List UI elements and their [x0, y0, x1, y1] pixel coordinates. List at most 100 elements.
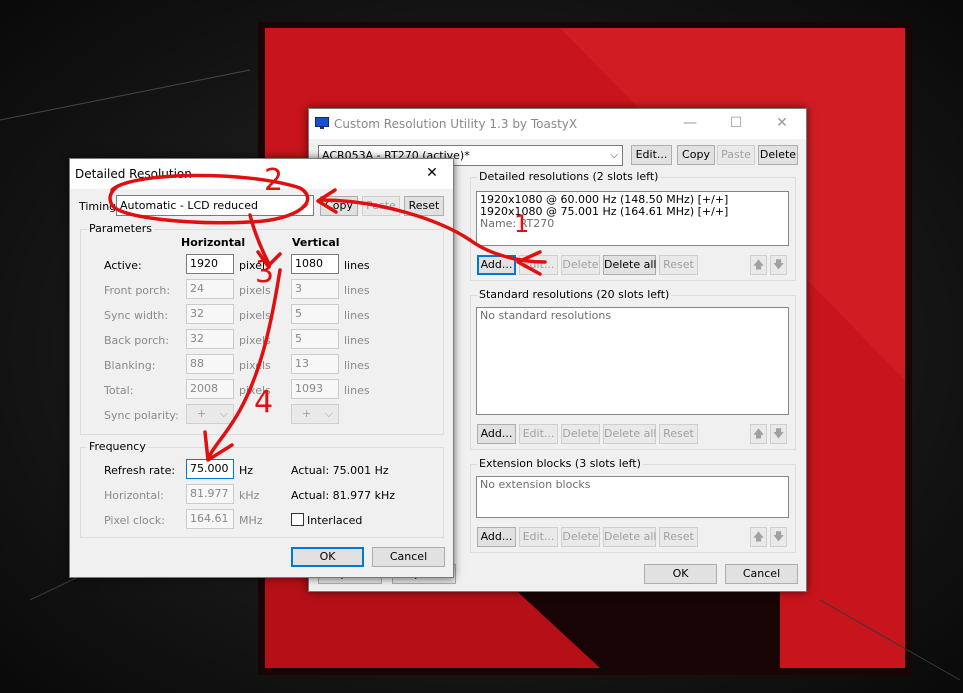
v-sync-width-input[interactable]: 5	[291, 304, 339, 324]
close-button[interactable]: ✕	[759, 109, 805, 139]
timing-copy-button[interactable]: Copy	[320, 196, 358, 216]
list-item[interactable]: Name: RT270	[480, 218, 785, 230]
chevron-down-icon: ⌵	[219, 407, 228, 420]
h-back-porch-input[interactable]: 32	[186, 329, 234, 349]
monitor-paste-button[interactable]: Paste	[717, 145, 755, 165]
v-blanking-input[interactable]: 13	[291, 354, 339, 374]
unit-label: lines	[344, 359, 370, 372]
unit-label: lines	[344, 334, 370, 347]
v-sync-polarity-value: +	[302, 407, 312, 420]
extension-reset-button[interactable]: Reset	[659, 527, 698, 547]
minimize-button[interactable]: —	[667, 109, 713, 139]
extension-delete-button[interactable]: Delete	[561, 527, 600, 547]
monitor-copy-button[interactable]: Copy	[677, 145, 715, 165]
dialog-close-button[interactable]: ✕	[414, 159, 450, 189]
sync-polarity-label: Sync polarity:	[104, 409, 179, 422]
v-sync-polarity-select[interactable]: + ⌵	[291, 404, 339, 424]
frequency-label: Frequency	[87, 440, 148, 453]
timing-select-value: Automatic - LCD reduced	[120, 199, 258, 212]
interlaced-checkbox[interactable]	[291, 513, 304, 526]
extension-blocks-list[interactable]: No extension blocks	[476, 476, 789, 518]
h-total-input[interactable]: 2008	[186, 379, 234, 399]
pixel-clock-label: Pixel clock:	[104, 514, 165, 527]
unit-label: pixels	[239, 334, 271, 347]
front-porch-label: Front porch:	[104, 284, 171, 297]
refresh-rate-label: Refresh rate:	[104, 464, 176, 477]
dialog-ok-button[interactable]: OK	[291, 547, 364, 567]
unit-label: lines	[344, 284, 370, 297]
v-active-input[interactable]: 1080	[291, 254, 339, 274]
dialog-titlebar[interactable]: Detailed Resolution ✕	[70, 159, 453, 189]
unit-label: pixels	[239, 309, 271, 322]
monitor-icon	[315, 117, 329, 129]
parameters-label: Parameters	[87, 222, 154, 235]
empty-list-text: No standard resolutions	[480, 309, 612, 322]
h-front-porch-input[interactable]: 24	[186, 279, 234, 299]
extension-edit-button[interactable]: Edit...	[519, 527, 558, 547]
monitor-delete-button[interactable]: Delete	[758, 145, 798, 165]
v-total-input[interactable]: 1093	[291, 379, 339, 399]
move-down-button[interactable]: 🡇	[770, 424, 787, 444]
back-porch-label: Back porch:	[104, 334, 169, 347]
h-sync-width-input[interactable]: 32	[186, 304, 234, 324]
detailed-delete-all-button[interactable]: Delete all	[603, 255, 657, 275]
main-titlebar[interactable]: Custom Resolution Utility 1.3 by ToastyX…	[309, 109, 806, 139]
timing-paste-button[interactable]: Paste	[362, 196, 400, 216]
chevron-down-icon: ⌵	[324, 407, 333, 420]
main-title: Custom Resolution Utility 1.3 by ToastyX	[334, 117, 578, 131]
standard-delete-all-button[interactable]: Delete all	[603, 424, 657, 444]
standard-reset-button[interactable]: Reset	[659, 424, 698, 444]
total-label: Total:	[104, 384, 134, 397]
move-down-button[interactable]: 🡇	[770, 255, 787, 275]
h-active-input[interactable]: 1920	[186, 254, 234, 274]
vertical-header: Vertical	[292, 236, 340, 249]
move-down-button[interactable]: 🡇	[770, 527, 787, 547]
unit-label: lines	[344, 384, 370, 397]
unit-label: pixels	[239, 284, 271, 297]
v-back-porch-input[interactable]: 5	[291, 329, 339, 349]
move-up-button[interactable]: 🡅	[750, 424, 767, 444]
monitor-edit-button[interactable]: Edit...	[631, 145, 672, 165]
detailed-resolutions-list[interactable]: 1920x1080 @ 60.000 Hz (148.50 MHz) [+/+]…	[476, 191, 789, 246]
move-up-button[interactable]: 🡅	[750, 527, 767, 547]
extension-add-button[interactable]: Add...	[477, 527, 516, 547]
timing-reset-button[interactable]: Reset	[404, 196, 444, 216]
horizontal-freq-input[interactable]: 81.977	[186, 484, 234, 504]
unit-label: pixels	[239, 259, 271, 272]
standard-edit-button[interactable]: Edit...	[519, 424, 558, 444]
refresh-rate-input[interactable]: 75.000	[186, 459, 234, 479]
standard-add-button[interactable]: Add...	[477, 424, 516, 444]
dialog-title: Detailed Resolution	[75, 167, 192, 181]
h-sync-polarity-select[interactable]: + ⌵	[186, 404, 234, 424]
arrow-up-icon: 🡅	[752, 258, 765, 271]
h-blanking-input[interactable]: 88	[186, 354, 234, 374]
unit-label: kHz	[239, 489, 260, 502]
standard-delete-button[interactable]: Delete	[561, 424, 600, 444]
detailed-edit-button[interactable]: Edit...	[519, 255, 558, 275]
standard-resolutions-label: Standard resolutions (20 slots left)	[477, 288, 672, 301]
arrow-up-icon: 🡅	[752, 530, 765, 543]
dialog-cancel-button[interactable]: Cancel	[372, 547, 445, 567]
unit-label: lines	[344, 259, 370, 272]
detailed-resolution-dialog: Detailed Resolution ✕ Timing: Automatic …	[69, 158, 454, 578]
detailed-reset-button[interactable]: Reset	[659, 255, 698, 275]
move-up-button[interactable]: 🡅	[750, 255, 767, 275]
arrow-down-icon: 🡇	[772, 427, 785, 440]
standard-resolutions-list[interactable]: No standard resolutions	[476, 307, 789, 415]
h-sync-polarity-value: +	[197, 407, 207, 420]
unit-label: Hz	[239, 464, 254, 477]
main-ok-button[interactable]: OK	[644, 564, 717, 584]
maximize-button[interactable]: ☐	[713, 109, 759, 139]
detailed-delete-button[interactable]: Delete	[561, 255, 600, 275]
unit-label: pixels	[239, 359, 271, 372]
detailed-add-button[interactable]: Add...	[477, 255, 516, 275]
unit-label: pixels	[239, 384, 271, 397]
unit-label: MHz	[239, 514, 263, 527]
pixel-clock-input[interactable]: 164.61	[186, 509, 234, 529]
main-cancel-button[interactable]: Cancel	[725, 564, 798, 584]
extension-delete-all-button[interactable]: Delete all	[603, 527, 657, 547]
arrow-up-icon: 🡅	[752, 427, 765, 440]
timing-select[interactable]: Automatic - LCD reduced ⌵	[116, 195, 314, 216]
v-front-porch-input[interactable]: 3	[291, 279, 339, 299]
horizontal-actual: Actual: 81.977 kHz	[291, 489, 396, 502]
